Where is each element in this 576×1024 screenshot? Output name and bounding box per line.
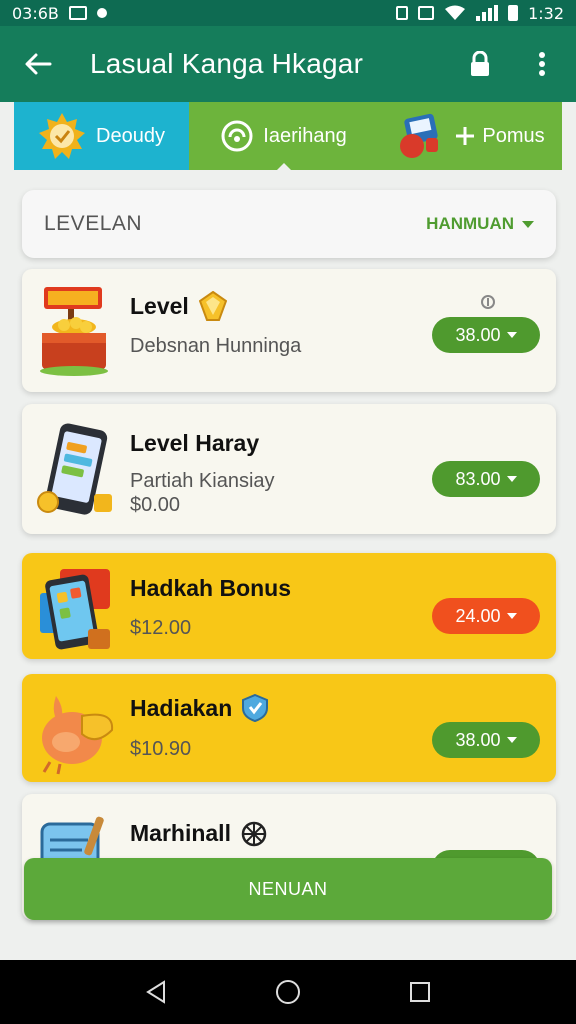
status-time-right: 1:32	[528, 3, 564, 23]
chevron-down-icon	[506, 476, 517, 482]
gift-phone-icon	[40, 569, 110, 650]
list-item[interactable]: Hadiakan $10.90 38.00	[22, 674, 556, 782]
arrow-left-icon	[25, 53, 52, 75]
nav-back-button[interactable]	[136, 972, 176, 1012]
price-button-label: 24.00	[455, 605, 501, 626]
primary-action-button[interactable]: NENUAN	[24, 858, 552, 920]
tab-pomus[interactable]: Pomus	[379, 102, 562, 170]
card-title: Level	[130, 291, 227, 321]
page-title: Lasual Kanga Hkagar	[90, 48, 364, 79]
status-time-left: 03:6B	[12, 3, 59, 23]
card-title: Hadkah Bonus	[130, 575, 292, 601]
list-item[interactable]: Level Haray Partiah Kiansiay $0.00 83.00	[22, 404, 556, 534]
gem-icon	[198, 291, 227, 321]
triangle-back-icon	[146, 980, 165, 1004]
sun-badge-icon	[39, 113, 86, 159]
card-title: Marhinall	[130, 820, 267, 847]
card-title-text: Hadiakan	[130, 694, 233, 721]
more-vert-icon	[539, 52, 545, 76]
price-button-label: 38.00	[455, 729, 501, 750]
tab-label: Iaerihang	[263, 124, 347, 147]
chicken-icon	[42, 696, 114, 775]
level-filter-dropdown[interactable]: LEVELAN HANMUAN	[22, 190, 556, 258]
card-title: Hadiakan	[130, 694, 269, 722]
battery-icon	[508, 5, 519, 21]
system-nav-bar	[0, 960, 576, 1024]
camera-icon	[418, 6, 435, 20]
card-title-text: Marhinall	[130, 820, 231, 846]
lock-button[interactable]	[464, 44, 496, 84]
list-item[interactable]: Level Debsnan Hunninga 38.00	[22, 269, 556, 392]
price-button[interactable]: 83.00	[432, 461, 540, 497]
image-icon	[68, 6, 87, 20]
nav-home-button[interactable]	[268, 972, 308, 1012]
list-item[interactable]: Hadkah Bonus $12.00 24.00	[22, 553, 556, 659]
card-price: $10.90	[130, 738, 192, 760]
tab-deoudy[interactable]: Deoudy	[14, 102, 189, 170]
back-button[interactable]	[18, 44, 58, 84]
tab-iaerihang[interactable]: Iaerihang	[189, 102, 379, 171]
app-bar: Lasual Kanga Hkagar	[0, 26, 576, 102]
card-title-text: Level	[130, 292, 189, 319]
wifi-icon	[445, 5, 466, 20]
filter-value-text: HANMUAN	[426, 214, 514, 233]
nav-recents-button[interactable]	[400, 972, 440, 1012]
coin-icon	[481, 295, 495, 309]
price-button-label: 83.00	[455, 468, 501, 489]
card-price: $0.00	[130, 494, 181, 516]
filter-label: LEVELAN	[44, 212, 143, 235]
tab-bar: Deoudy Iaerihang Pomus	[14, 102, 562, 171]
price-button-label: 38.00	[455, 324, 501, 345]
ticket-machine-icon	[400, 113, 439, 158]
price-button[interactable]: 38.00	[432, 317, 540, 353]
card-price: $12.00	[130, 617, 192, 639]
more-options-button[interactable]	[526, 44, 558, 84]
card-subtitle: Partiah Kiansiay	[130, 470, 275, 492]
lock-icon	[471, 51, 489, 76]
square-recents-icon	[410, 982, 430, 1002]
phone-icon	[37, 423, 112, 515]
card-title: Level Haray	[130, 430, 260, 456]
circle-home-icon	[276, 980, 300, 1004]
notification-dot-icon	[96, 8, 107, 18]
status-bar: 03:6B 1:32	[0, 0, 576, 26]
wifi-circle-icon	[221, 120, 253, 152]
chevron-down-icon	[522, 220, 534, 228]
chevron-down-icon	[506, 332, 517, 338]
tab-label: Pomus	[482, 124, 545, 147]
price-button[interactable]: 38.00	[432, 722, 540, 758]
chevron-down-icon	[506, 737, 517, 743]
plus-icon	[456, 127, 475, 145]
tab-label: Deoudy	[96, 124, 165, 147]
card-subtitle: Debsnan Hunninga	[130, 335, 302, 357]
signal-icon	[476, 5, 499, 21]
wheel-icon	[241, 821, 267, 846]
market-stall-icon	[40, 287, 108, 376]
shield-icon	[242, 694, 269, 722]
chevron-down-icon	[506, 613, 517, 619]
vibrate-icon	[396, 6, 409, 20]
filter-selected-value[interactable]: HANMUAN	[426, 214, 534, 234]
price-button[interactable]: 24.00	[432, 598, 540, 634]
